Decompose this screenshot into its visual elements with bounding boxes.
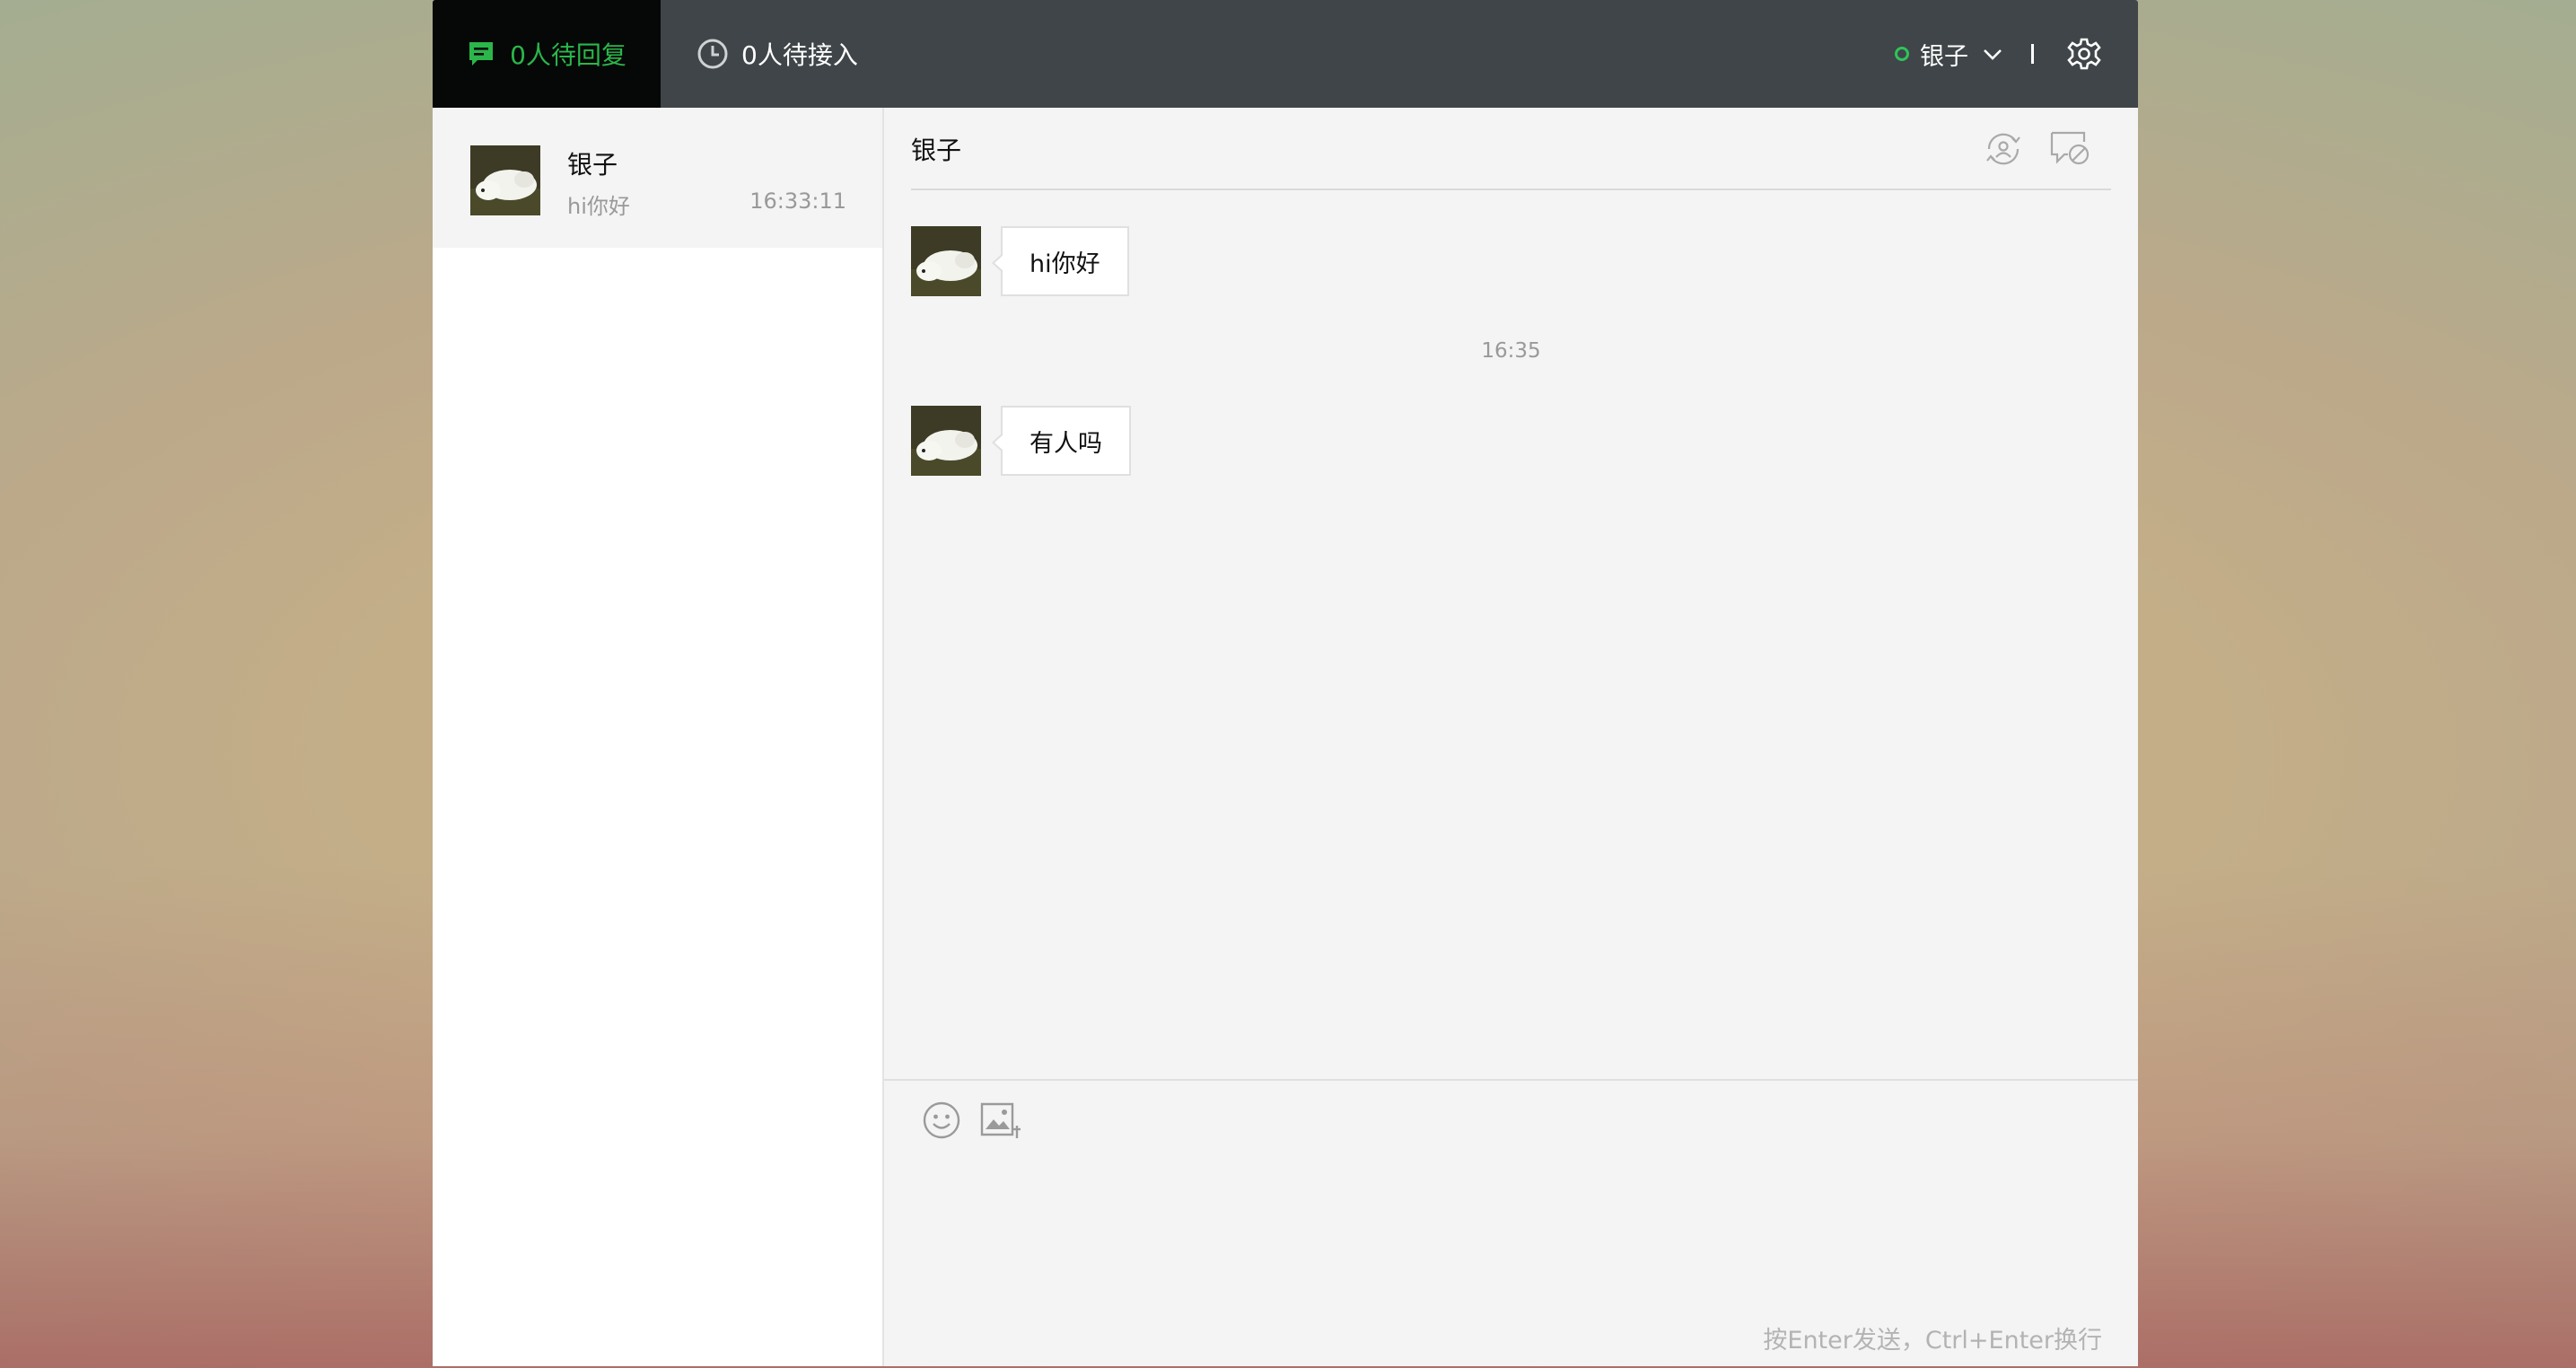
transfer-user-icon[interactable] <box>1982 127 2025 171</box>
user-menu: 银子 <box>1895 0 2138 108</box>
chat-header: 银子 <box>911 108 2111 190</box>
gear-icon[interactable] <box>2066 36 2102 72</box>
message-timestamp: 16:35 <box>1481 339 1541 363</box>
send-hint: 按Enter发送，Ctrl+Enter换行 <box>1763 1327 2102 1355</box>
avatar <box>911 226 981 296</box>
conversation-name: 银子 <box>567 150 618 180</box>
list-item[interactable]: 银子 hi你好 16:33:11 <box>433 108 882 248</box>
avatar <box>911 406 981 476</box>
divider <box>2031 44 2034 64</box>
conversation-preview: hi你好 <box>567 194 630 219</box>
tab-pending-access-label: 0人待接入 <box>741 40 858 70</box>
top-bar: 0人待回复 0人待接入 银子 <box>433 0 2138 108</box>
image-upload-icon[interactable] <box>979 1099 1022 1142</box>
online-status-dot <box>1895 47 1909 61</box>
conversation-time: 16:33:11 <box>749 189 846 214</box>
emoji-icon[interactable] <box>920 1099 963 1142</box>
message-bubble: 有人吗 <box>992 406 1131 476</box>
avatar <box>470 145 540 215</box>
chat-title: 银子 <box>911 136 962 165</box>
conversation-list: 银子 hi你好 16:33:11 <box>433 108 884 1366</box>
tab-pending-reply[interactable]: 0人待回复 <box>433 0 661 108</box>
clock-icon <box>697 39 728 69</box>
customer-service-window: 0人待回复 0人待接入 银子 银子 hi你好 16:33:11 银子 hi你好 … <box>433 0 2138 1366</box>
message-composer[interactable]: 按Enter发送，Ctrl+Enter换行 <box>884 1079 2138 1366</box>
chevron-down-icon[interactable] <box>1981 42 2004 66</box>
tab-pending-access[interactable]: 0人待接入 <box>697 0 858 108</box>
chat-bubble-icon <box>469 42 494 66</box>
user-name[interactable]: 银子 <box>1920 37 1968 72</box>
chat-panel: 银子 hi你好 16:35 有人吗 <box>884 108 2138 1079</box>
close-chat-icon[interactable] <box>2048 127 2091 171</box>
tab-pending-reply-label: 0人待回复 <box>510 40 626 70</box>
message-bubble: hi你好 <box>992 226 1129 296</box>
